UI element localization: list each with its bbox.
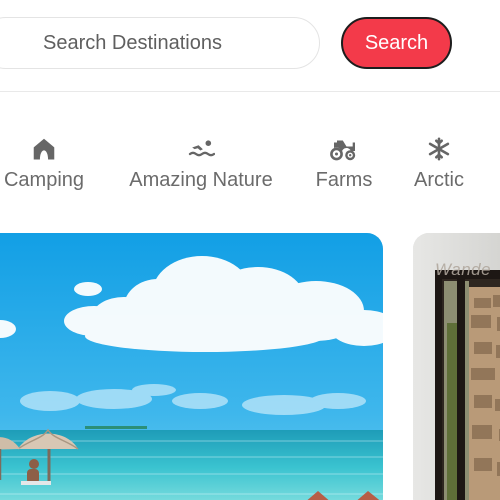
category-label: Farms — [315, 169, 373, 191]
search-button[interactable]: Search — [341, 17, 452, 69]
page: Search Camping Amazing Nature — [0, 0, 500, 500]
listing-card-beach[interactable] — [0, 233, 383, 500]
top-header: Search — [0, 0, 500, 92]
snowflake-icon — [424, 134, 454, 164]
category-farms[interactable]: Farms — [310, 130, 378, 198]
category-label: Amazing Nature — [129, 169, 273, 191]
swimming-icon — [186, 134, 216, 164]
beach-umbrella-photo — [0, 233, 383, 500]
category-arctic[interactable]: Arctic — [405, 130, 473, 198]
category-label: Camping — [3, 169, 85, 191]
tractor-icon — [329, 134, 359, 164]
category-label: Arctic — [414, 169, 464, 191]
search-input[interactable] — [41, 30, 295, 56]
search-bar[interactable] — [0, 17, 320, 69]
listing-overlay-text: Wande — [435, 260, 492, 279]
category-camping[interactable]: Camping — [0, 130, 96, 198]
tent-icon — [29, 134, 59, 164]
category-bar: Camping Amazing Nature Farms Arctic — [0, 130, 500, 200]
listing-card-house[interactable]: Wande — [413, 233, 500, 500]
category-amazing-nature[interactable]: Amazing Nature — [122, 130, 280, 198]
